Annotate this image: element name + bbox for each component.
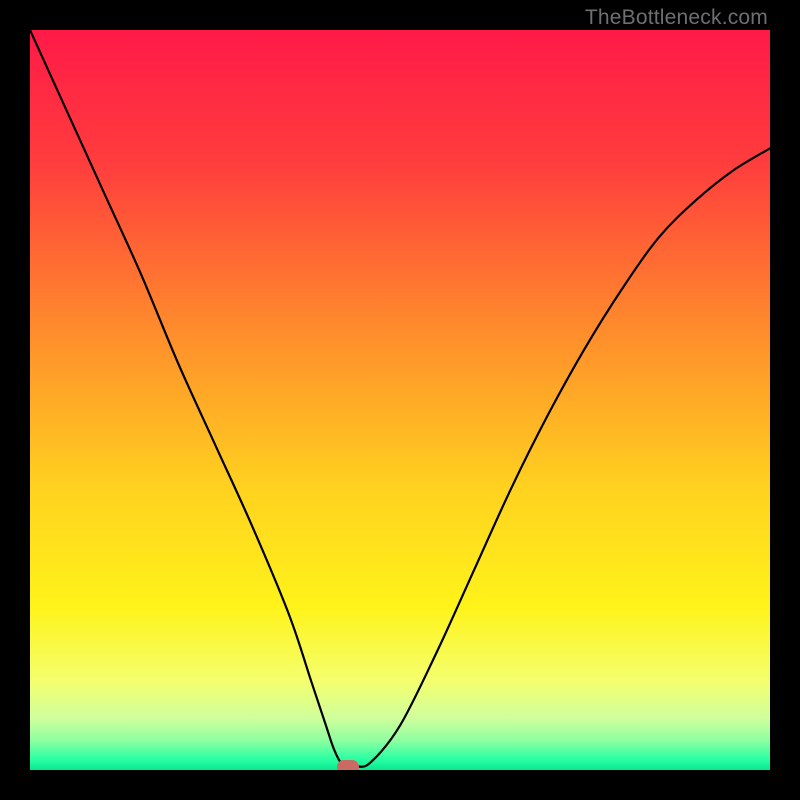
bottleneck-curve [30,30,770,770]
chart-frame: TheBottleneck.com [0,0,800,800]
optimum-marker [337,760,359,770]
plot-area [30,30,770,770]
watermark-text: TheBottleneck.com [585,6,768,30]
